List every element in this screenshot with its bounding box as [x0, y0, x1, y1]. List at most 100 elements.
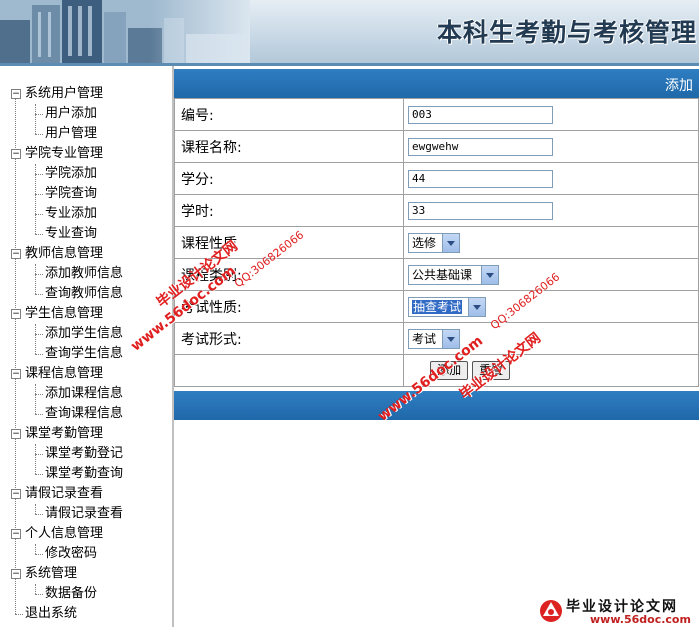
form-cell: 抽查考试 — [403, 290, 699, 323]
tree-group-label: 课程信息管理 — [25, 366, 104, 381]
sidebar-item-label: 专业添加 — [45, 206, 98, 221]
sidebar-item-user-manage[interactable]: 用户管理 — [0, 124, 170, 144]
sidebar-item-label: 请假记录查看 — [45, 506, 124, 521]
collapse-icon[interactable]: − — [11, 309, 21, 319]
sidebar-item-college-query[interactable]: 学院查询 — [0, 184, 170, 204]
sidebar-item-course-query[interactable]: 查询课程信息 — [0, 404, 170, 424]
course-category-value: 公共基础课 — [412, 267, 473, 282]
sidebar-item-major-add[interactable]: 专业添加 — [0, 204, 170, 224]
sidebar-item-label: 学院查询 — [45, 186, 98, 201]
credit-input[interactable] — [408, 169, 553, 188]
collapse-icon[interactable]: − — [11, 149, 21, 159]
tree-group-label: 系统用户管理 — [25, 86, 104, 101]
sidebar-item-label: 用户添加 — [45, 106, 98, 121]
course-name-input[interactable] — [408, 137, 553, 156]
sidebar-item-label: 查询学生信息 — [45, 346, 124, 361]
form-footer-bar — [174, 391, 699, 420]
collapse-icon[interactable]: − — [11, 429, 21, 439]
collapse-icon[interactable]: − — [11, 529, 21, 539]
sidebar-item-data-backup[interactable]: 数据备份 — [0, 584, 170, 604]
form-title: 添加 — [665, 78, 693, 94]
collapse-icon[interactable]: − — [11, 569, 21, 579]
tree-group-student-info[interactable]: − 学生信息管理 — [0, 304, 170, 324]
sidebar-item-label: 查询课程信息 — [45, 406, 124, 421]
course-nature-select[interactable]: 选修 — [408, 232, 460, 253]
exam-nature-value: 抽查考试 — [412, 299, 463, 314]
main-panel: 添加 编号: 课程名称: 学分: 学时: 课程性质 选修 — [174, 69, 699, 627]
exam-form-value: 考试 — [412, 331, 437, 346]
sidebar-item-change-password[interactable]: 修改密码 — [0, 544, 170, 564]
tree-group-label: 教师信息管理 — [25, 246, 104, 261]
collapse-icon[interactable]: − — [11, 249, 21, 259]
tree-group-user-admin[interactable]: − 系统用户管理 — [0, 84, 170, 104]
form-row: 学时: — [174, 194, 699, 227]
sidebar-item-label: 专业查询 — [45, 226, 98, 241]
sidebar-item-label: 添加教师信息 — [45, 266, 124, 281]
logo-emblem-icon — [540, 600, 562, 622]
tree-group-college-major[interactable]: − 学院专业管理 — [0, 144, 170, 164]
hours-label: 学时: — [174, 194, 404, 227]
exam-form-label: 考试形式: — [174, 322, 404, 355]
sidebar-item-college-add[interactable]: 学院添加 — [0, 164, 170, 184]
tree-group-personal-info[interactable]: − 个人信息管理 — [0, 524, 170, 544]
form-row: 考试形式: 考试 — [174, 322, 699, 355]
sidebar-item-label: 用户管理 — [45, 126, 98, 141]
sidebar-item-label: 课堂考勤查询 — [45, 466, 124, 481]
tree-group-label: 学院专业管理 — [25, 146, 104, 161]
sidebar-item-label: 修改密码 — [45, 546, 98, 561]
tree-group-system-admin[interactable]: − 系统管理 — [0, 564, 170, 584]
credit-label: 学分: — [174, 162, 404, 195]
tree-group-label: 系统管理 — [25, 566, 78, 581]
code-label: 编号: — [174, 98, 404, 131]
sidebar-item-teacher-query[interactable]: 查询教师信息 — [0, 284, 170, 304]
sidebar-item-attendance-query[interactable]: 课堂考勤查询 — [0, 464, 170, 484]
form-cell: 考试 — [403, 322, 699, 355]
form-row: 考试性质: 抽查考试 — [174, 290, 699, 323]
add-course-form: 编号: 课程名称: 学分: 学时: 课程性质 选修 课程类别: — [174, 98, 699, 387]
chevron-down-icon[interactable] — [481, 265, 498, 284]
tree-group-teacher-info[interactable]: − 教师信息管理 — [0, 244, 170, 264]
form-cell — [403, 162, 699, 195]
chevron-down-icon[interactable] — [468, 297, 485, 316]
code-input[interactable] — [408, 105, 553, 124]
sidebar-item-attendance-register[interactable]: 课堂考勤登记 — [0, 444, 170, 464]
sidebar-item-course-add[interactable]: 添加课程信息 — [0, 384, 170, 404]
form-title-bar: 添加 — [174, 69, 699, 98]
form-row: 课程名称: — [174, 130, 699, 163]
sidebar-item-major-query[interactable]: 专业查询 — [0, 224, 170, 244]
form-cell — [403, 194, 699, 227]
sidebar-item-label: 课堂考勤登记 — [45, 446, 124, 461]
tree-group-label: 请假记录查看 — [25, 486, 104, 501]
sidebar-item-label: 查询教师信息 — [45, 286, 124, 301]
sidebar-item-user-add[interactable]: 用户添加 — [0, 104, 170, 124]
sidebar-item-leave-view[interactable]: 请假记录查看 — [0, 504, 170, 524]
tree-group-label: 个人信息管理 — [25, 526, 104, 541]
chevron-down-icon[interactable] — [442, 233, 459, 252]
collapse-icon[interactable]: − — [11, 89, 21, 99]
sidebar-item-label: 添加学生信息 — [45, 326, 124, 341]
tree-group-label: 课堂考勤管理 — [25, 426, 104, 441]
form-row: 学分: — [174, 162, 699, 195]
chevron-down-icon[interactable] — [442, 329, 459, 348]
form-cell — [403, 98, 699, 131]
form-row: 编号: — [174, 98, 699, 131]
sidebar-item-teacher-add[interactable]: 添加教师信息 — [0, 264, 170, 284]
empty-cell — [174, 354, 404, 387]
hours-input[interactable] — [408, 201, 553, 220]
course-name-label: 课程名称: — [174, 130, 404, 163]
collapse-icon[interactable]: − — [11, 489, 21, 499]
form-cell: 选修 — [403, 226, 699, 259]
tree-group-label: 学生信息管理 — [25, 306, 104, 321]
watermark-logo: 毕业设计论文网 www.56doc.com — [538, 596, 699, 627]
course-category-select[interactable]: 公共基础课 — [408, 264, 499, 285]
sidebar-item-exit[interactable]: 退出系统 — [25, 604, 165, 624]
course-nature-value: 选修 — [412, 235, 437, 250]
tree-group-course-info[interactable]: − 课程信息管理 — [0, 364, 170, 384]
collapse-icon[interactable]: − — [11, 369, 21, 379]
tree-group-leave-records[interactable]: − 请假记录查看 — [0, 484, 170, 504]
sidebar-item-label: 数据备份 — [45, 586, 98, 601]
exam-nature-select[interactable]: 抽查考试 — [408, 296, 486, 317]
tree-group-attendance[interactable]: − 课堂考勤管理 — [0, 424, 170, 444]
exam-form-select[interactable]: 考试 — [408, 328, 460, 349]
page-header: 本科生考勤与考核管理 — [0, 0, 699, 63]
